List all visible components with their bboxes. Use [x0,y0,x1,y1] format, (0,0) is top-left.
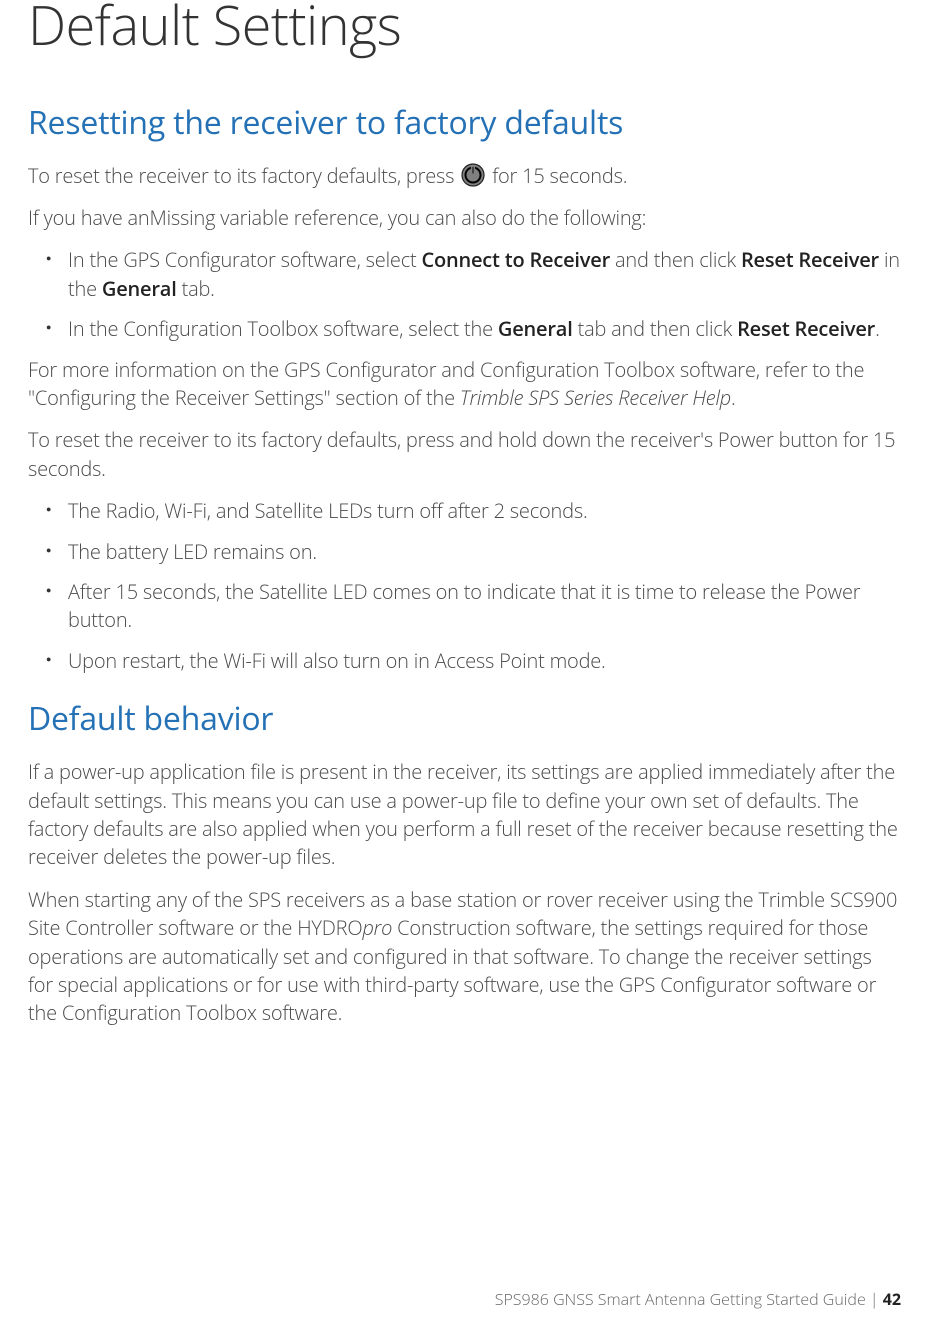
text: In the Configuration Toolbox software, s… [68,315,498,342]
footer-separator: | [870,1288,883,1310]
bullet-list-leds: The Radio, Wi-Fi, and Satellite LEDs tur… [28,497,901,675]
text: tab. [177,275,215,302]
text-italic: Trimble SPS Series Receiver Help [460,384,731,411]
list-item: After 15 seconds, the Satellite LED come… [68,578,901,635]
text-italic: pro [362,914,392,941]
paragraph-more-info: For more information on the GPS Configur… [28,356,901,413]
bullet-list-software: In the GPS Configurator software, select… [28,246,901,343]
text: For more information on the GPS Configur… [28,356,864,411]
footer-guide-name: SPS986 GNSS Smart Antenna Getting Starte… [495,1288,870,1310]
list-item: Upon restart, the Wi-Fi will also turn o… [68,647,901,675]
heading-default-behavior: Default behavior [28,697,901,740]
text: . [875,315,880,342]
text: . [731,384,736,411]
text: and then click [610,246,741,273]
text-bold: General [498,315,573,342]
paragraph-powerup-file: If a power-up application file is presen… [28,758,901,872]
paragraph-sps-receivers: When starting any of the SPS receivers a… [28,886,901,1028]
text-bold: Connect to Receiver [421,246,610,273]
text: tab and then click [573,315,738,342]
text-bold: General [102,275,177,302]
paragraph-press-hold: To reset the receiver to its factory def… [28,426,901,483]
text-bold: Reset Receiver [741,246,879,273]
list-item: The Radio, Wi-Fi, and Satellite LEDs tur… [68,497,901,525]
footer-page-number: 42 [883,1288,901,1310]
page-title: Default Settings [28,0,901,53]
list-item: The battery LED remains on. [68,538,901,566]
paragraph-missing-var: If you have anMissing variable reference… [28,204,901,232]
list-item: In the GPS Configurator software, select… [68,246,901,303]
page-footer: SPS986 GNSS Smart Antenna Getting Starte… [495,1288,901,1310]
heading-resetting: Resetting the receiver to factory defaul… [28,101,901,144]
text: In the GPS Configurator software, select [68,246,421,273]
text-bold: Reset Receiver [737,315,875,342]
paragraph-reset-press: To reset the receiver to its factory def… [28,162,901,190]
text: To reset the receiver to its factory def… [28,162,459,189]
power-icon [461,163,485,187]
list-item: In the Configuration Toolbox software, s… [68,315,901,343]
text: for 15 seconds. [487,162,627,189]
